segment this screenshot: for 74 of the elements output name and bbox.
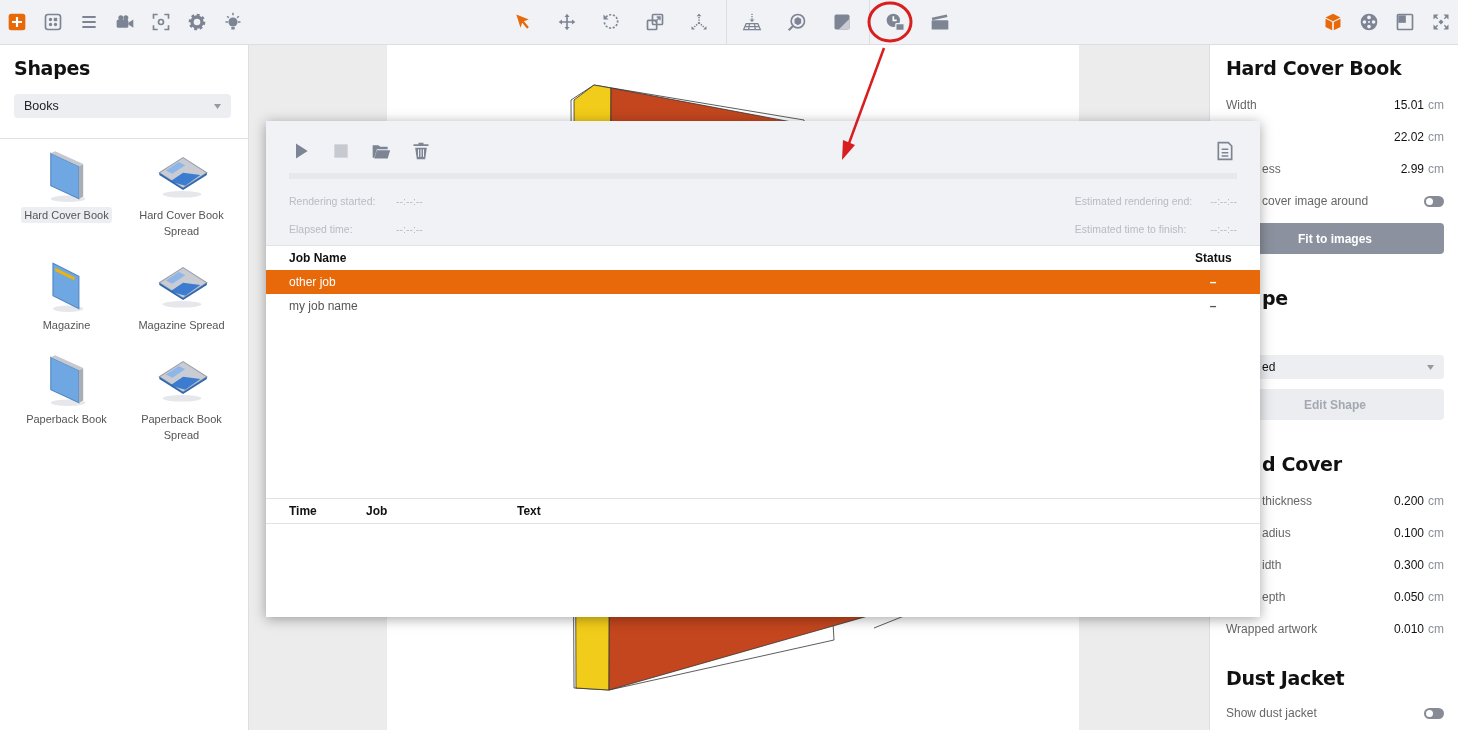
panel-layout-icon <box>1395 12 1415 32</box>
unit-label: cm <box>1428 130 1444 144</box>
stop-icon <box>331 141 351 161</box>
settings-icon <box>187 12 207 32</box>
section-heading: Dust Jacket <box>1226 667 1346 689</box>
grid-icon <box>43 12 63 32</box>
column-header: Time <box>289 504 318 518</box>
gradient-square-icon <box>832 12 852 32</box>
property-label: Width <box>1226 98 1257 112</box>
section-heading: d Cover <box>1261 453 1343 475</box>
property-label: ess <box>1261 162 1281 176</box>
column-header: Job Name <box>289 251 347 265</box>
explode-icon <box>689 12 709 32</box>
info-label: Elapsed time: <box>289 223 354 235</box>
unit-label: cm <box>1428 558 1444 572</box>
property-value[interactable]: 0.010 <box>1393 622 1424 636</box>
highlight-circle <box>867 1 913 43</box>
job-row[interactable]: my job name – <box>266 294 1260 318</box>
info-label: Estimated rendering end: <box>1074 195 1193 207</box>
property-value[interactable]: 0.200 <box>1393 494 1424 508</box>
film-reel-icon <box>1359 12 1379 32</box>
info-value: --:--:-- <box>396 223 423 235</box>
property-value[interactable]: 0.300 <box>1393 558 1424 572</box>
column-header: Job <box>366 504 389 518</box>
unit-label: cm <box>1428 590 1444 604</box>
property-value[interactable]: 15.01 <box>1393 98 1424 112</box>
property-value[interactable]: 0.100 <box>1393 526 1424 540</box>
unit-label: cm <box>1428 162 1444 176</box>
magnifier-cube-icon <box>787 12 807 32</box>
info-value: --:--:-- <box>1210 195 1237 207</box>
clapperboard-icon <box>930 12 950 32</box>
unit-label: cm <box>1428 98 1444 112</box>
property-value[interactable]: 2.99 <box>1400 162 1424 176</box>
info-label: Rendering started: <box>289 195 377 207</box>
shape-item[interactable]: Hard Cover Book Spread <box>130 207 233 239</box>
property-value[interactable]: 0.050 <box>1393 590 1424 604</box>
scale-icon <box>645 12 665 32</box>
property-label: adius <box>1261 526 1291 540</box>
move-icon <box>557 12 577 32</box>
property-value[interactable]: 22.02 <box>1393 130 1424 144</box>
add-icon <box>7 12 27 32</box>
unit-label: cm <box>1428 526 1444 540</box>
shape-item[interactable]: Paperback Book <box>23 411 110 427</box>
info-value: --:--:-- <box>396 195 423 207</box>
clock-folder-icon <box>885 12 905 32</box>
document-icon <box>1215 141 1235 161</box>
section-heading: Hard Cover Book <box>1226 57 1403 79</box>
column-header: Text <box>517 504 541 518</box>
light-bulb-icon <box>223 12 243 32</box>
rotate-icon <box>601 12 621 32</box>
floor-grid-icon <box>742 12 762 32</box>
property-label: idth <box>1261 558 1282 572</box>
toggle-switch[interactable] <box>1424 707 1444 719</box>
panel-title: Shapes <box>14 57 92 79</box>
shape-item[interactable]: Magazine <box>39 317 94 333</box>
unit-label: cm <box>1428 494 1444 508</box>
category-dropdown[interactable]: Books <box>14 94 231 118</box>
column-header: Status <box>1195 251 1231 265</box>
caret-icon <box>214 103 221 109</box>
shape-item[interactable]: Hard Cover Book <box>21 207 112 223</box>
expand-icon <box>1431 12 1451 32</box>
caret-icon <box>1427 364 1434 370</box>
shape-item[interactable]: Magazine Spread <box>135 317 228 333</box>
trash-icon <box>411 141 431 161</box>
property-label: thickness <box>1261 494 1313 508</box>
property-label: Wrapped artwork <box>1226 622 1318 636</box>
property-label: epth <box>1261 590 1286 604</box>
section-heading: pe <box>1261 287 1289 309</box>
toggle-switch[interactable] <box>1424 195 1444 207</box>
cube-icon <box>1323 12 1343 32</box>
unit-label: cm <box>1428 622 1444 636</box>
shape-item[interactable]: Paperback Book Spread <box>130 411 233 443</box>
focus-icon <box>151 12 171 32</box>
property-label: Show dust jacket <box>1226 706 1317 720</box>
